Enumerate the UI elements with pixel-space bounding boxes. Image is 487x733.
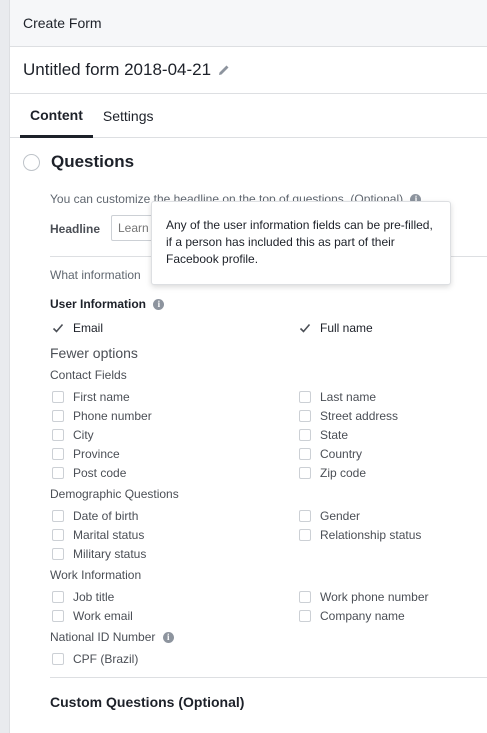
prefill-tooltip: Any of the user information fields can b… <box>151 201 451 285</box>
checkbox-box[interactable] <box>299 429 311 441</box>
checkbox-relationship-status[interactable]: Relationship status <box>299 528 421 542</box>
checkbox-box[interactable] <box>52 391 64 403</box>
pencil-icon[interactable] <box>217 63 231 77</box>
tab-settings[interactable]: Settings <box>93 94 164 137</box>
checkbox-box[interactable] <box>52 410 64 422</box>
checkbox-label: Street address <box>320 409 399 423</box>
checkbox-box[interactable] <box>299 591 311 603</box>
checkbox-box[interactable] <box>299 529 311 541</box>
tab-bar: Content Settings <box>10 94 487 138</box>
checkbox-label: Military status <box>73 547 147 561</box>
checkbox-label: State <box>320 428 349 442</box>
checkbox-work-phone-number[interactable]: Work phone number <box>299 590 429 604</box>
checkbox-box[interactable] <box>52 653 64 665</box>
checkbox-last-name[interactable]: Last name <box>299 390 376 404</box>
checkbox-box[interactable] <box>52 529 64 541</box>
checkbox-label: Post code <box>73 466 127 480</box>
national-id-row: National ID Number i <box>50 630 174 644</box>
checkbox-street-address[interactable]: Street address <box>299 409 398 423</box>
info-icon[interactable]: i <box>162 632 174 644</box>
contact-fields-label: Contact Fields <box>50 368 127 382</box>
checkbox-box[interactable] <box>299 610 311 622</box>
checkbox-date-of-birth[interactable]: Date of birth <box>52 509 138 523</box>
national-id-label: National ID Number <box>50 630 156 644</box>
checkbox-box[interactable] <box>299 467 311 479</box>
user-information-row: User Information i <box>50 297 165 311</box>
checkbox-cpf-brazil[interactable]: CPF (Brazil) <box>52 652 138 666</box>
checkbox-work-email[interactable]: Work email <box>52 609 133 623</box>
tab-content[interactable]: Content <box>20 94 93 138</box>
checkbox-label: Country <box>320 447 363 461</box>
check-icon[interactable] <box>299 322 311 334</box>
checkbox-box[interactable] <box>52 548 64 560</box>
checkbox-city[interactable]: City <box>52 428 94 442</box>
checkbox-label: Company name <box>320 609 405 623</box>
info-icon[interactable]: i <box>153 299 165 311</box>
checkbox-box[interactable] <box>299 448 311 460</box>
checkbox-box[interactable] <box>299 410 311 422</box>
checkbox-label: Email <box>73 321 104 335</box>
checkbox-full-name[interactable]: Full name <box>299 321 373 335</box>
checkbox-label: Phone number <box>73 409 152 423</box>
questions-section-header: Questions <box>23 152 134 172</box>
checkbox-label: First name <box>73 390 130 404</box>
checkbox-label: Marital status <box>73 528 145 542</box>
checkbox-province[interactable]: Province <box>52 447 120 461</box>
checkbox-label: Zip code <box>320 466 367 480</box>
panel-header: Create Form <box>10 0 487 47</box>
left-background-strip <box>0 0 9 733</box>
checkbox-country[interactable]: Country <box>299 447 362 461</box>
checkbox-label: Province <box>73 447 120 461</box>
checkbox-label: Job title <box>73 590 115 604</box>
demographic-questions-label: Demographic Questions <box>50 487 179 501</box>
form-title-row[interactable]: Untitled form 2018-04-21 <box>10 47 487 94</box>
checkbox-box[interactable] <box>52 591 64 603</box>
checkbox-label: CPF (Brazil) <box>73 652 139 666</box>
checkbox-box[interactable] <box>52 448 64 460</box>
checkbox-label: Work email <box>73 609 133 623</box>
checkbox-marital-status[interactable]: Marital status <box>52 528 144 542</box>
create-form-panel: Create Form Untitled form 2018-04-21 Con… <box>9 0 487 733</box>
checkbox-phone-number[interactable]: Phone number <box>52 409 152 423</box>
work-information-label: Work Information <box>50 568 142 582</box>
form-title[interactable]: Untitled form 2018-04-21 <box>23 60 211 80</box>
checkbox-box[interactable] <box>52 510 64 522</box>
what-information-text: What information <box>50 268 141 282</box>
header-title: Create Form <box>23 15 102 31</box>
checkbox-label: City <box>73 428 94 442</box>
checkbox-label: Work phone number <box>320 590 429 604</box>
checkbox-gender[interactable]: Gender <box>299 509 360 523</box>
checkbox-box[interactable] <box>52 467 64 479</box>
questions-title: Questions <box>51 152 135 171</box>
checkbox-label: Full name <box>320 321 373 335</box>
checkbox-label: Relationship status <box>320 528 422 542</box>
checkbox-zip-code[interactable]: Zip code <box>299 466 366 480</box>
checkbox-box[interactable] <box>52 610 64 622</box>
checkbox-label: Last name <box>320 390 377 404</box>
questions-radio[interactable] <box>23 153 40 171</box>
checkbox-label: Date of birth <box>73 509 139 523</box>
fewer-options-link[interactable]: Fewer options <box>50 345 138 361</box>
checkbox-box[interactable] <box>299 510 311 522</box>
custom-questions-title: Custom Questions (Optional) <box>50 694 245 710</box>
checkbox-company-name[interactable]: Company name <box>299 609 405 623</box>
checkbox-post-code[interactable]: Post code <box>52 466 126 480</box>
checkbox-email[interactable]: Email <box>52 321 103 335</box>
checkbox-first-name[interactable]: First name <box>52 390 130 404</box>
checkbox-state[interactable]: State <box>299 428 348 442</box>
user-information-label: User Information <box>50 297 147 311</box>
headline-label: Headline <box>50 222 101 236</box>
check-icon[interactable] <box>52 322 64 334</box>
checkbox-box[interactable] <box>52 429 64 441</box>
checkbox-job-title[interactable]: Job title <box>52 590 114 604</box>
checkbox-label: Gender <box>320 509 361 523</box>
checkbox-box[interactable] <box>299 391 311 403</box>
checkbox-military-status[interactable]: Military status <box>52 547 146 561</box>
section-divider <box>50 677 487 678</box>
